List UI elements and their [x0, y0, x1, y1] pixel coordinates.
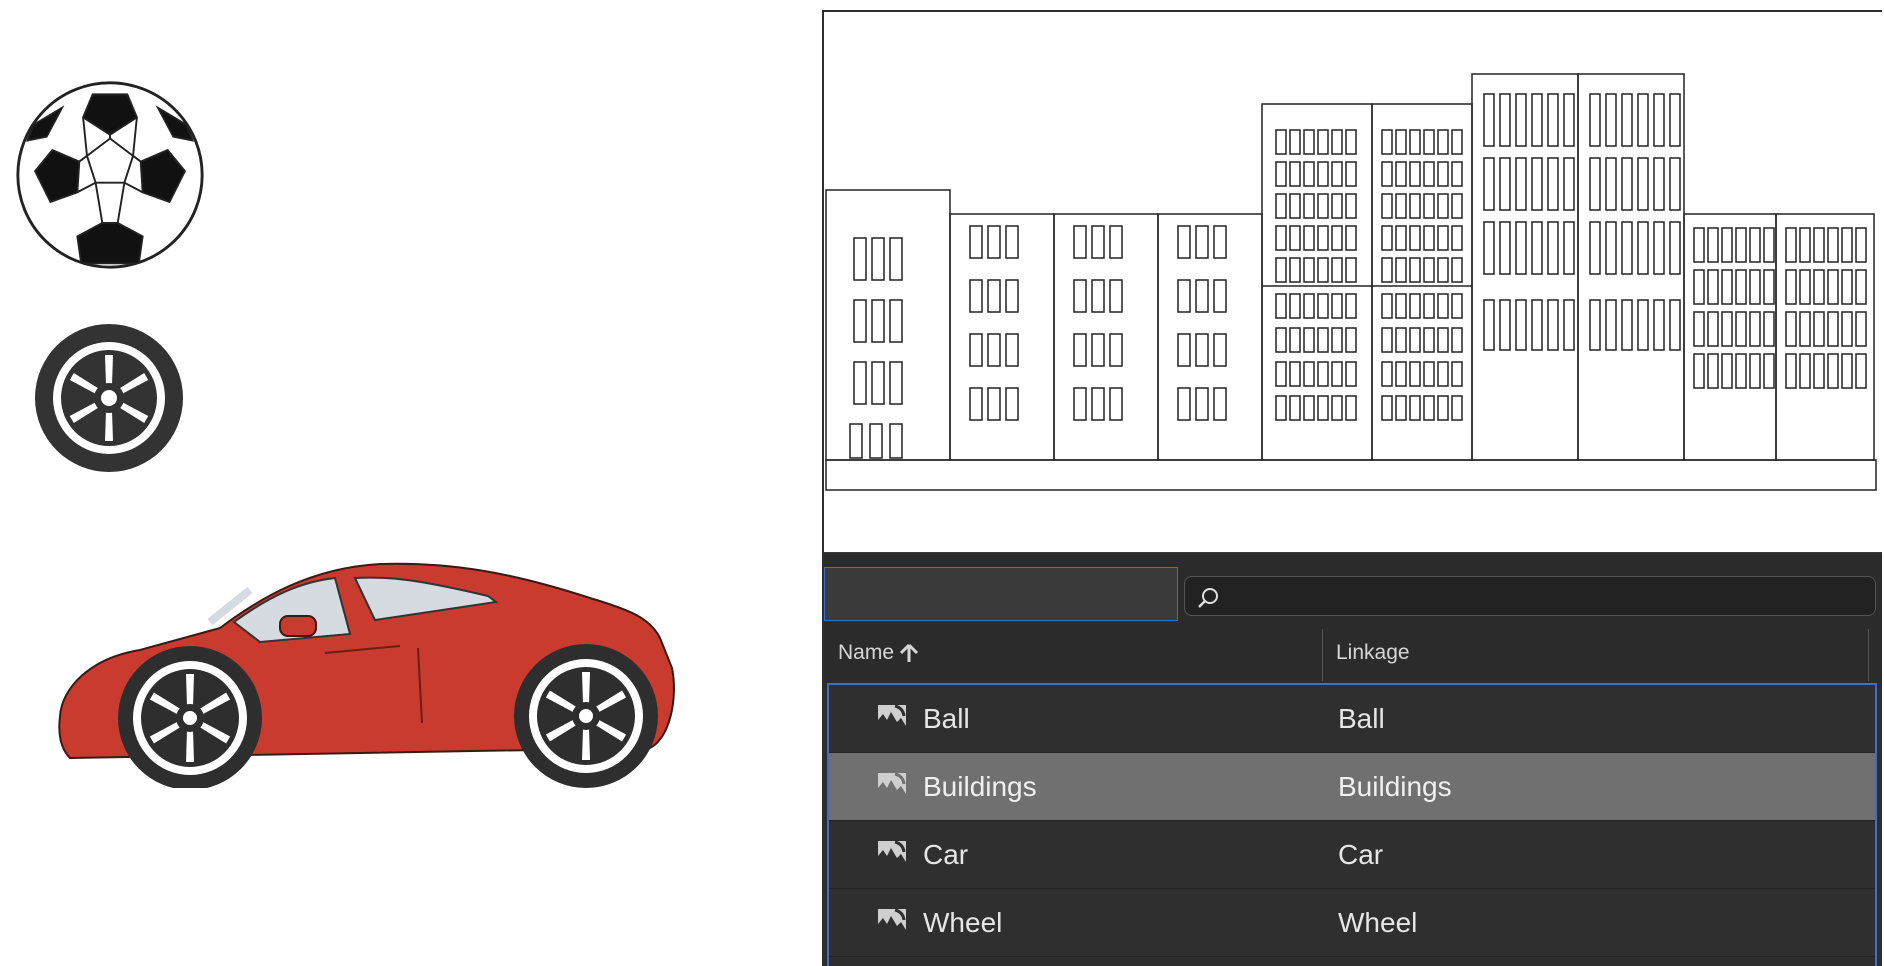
soccer-ball-illustration[interactable] — [14, 79, 206, 271]
library-item-ball[interactable]: Ball Ball — [829, 685, 1875, 753]
item-name: Buildings — [923, 771, 1037, 802]
car-illustration[interactable] — [50, 538, 698, 788]
item-linkage: Ball — [1338, 703, 1385, 734]
buildings-illustration — [825, 73, 1877, 491]
item-name: Ball — [923, 703, 970, 734]
column-divider[interactable] — [1322, 629, 1323, 681]
search-box[interactable] — [1184, 576, 1876, 616]
movie-clip-symbol-icon — [878, 840, 906, 869]
search-input[interactable] — [1229, 581, 1863, 613]
library-item-car[interactable]: Car Car — [829, 821, 1875, 889]
library-item-list: Ball Ball Buildings Buildings Car Car Wh… — [827, 683, 1877, 966]
name-column-header[interactable]: Name — [838, 641, 920, 665]
arrow-up-icon — [899, 643, 919, 662]
symbol-preview — [824, 12, 1882, 553]
document-dropdown[interactable] — [824, 567, 1178, 621]
item-name: Car — [923, 839, 969, 870]
search-icon — [1198, 588, 1218, 608]
wheel-illustration[interactable] — [34, 323, 184, 473]
movie-clip-symbol-icon — [878, 704, 906, 733]
item-linkage: Wheel — [1338, 907, 1418, 938]
linkage-column-label: Linkage — [1336, 641, 1410, 664]
column-divider[interactable] — [1868, 629, 1869, 681]
library-item-wheel[interactable]: Wheel Wheel — [829, 889, 1875, 957]
movie-clip-symbol-icon — [878, 772, 906, 801]
movie-clip-symbol-icon — [878, 908, 906, 937]
linkage-column-header[interactable]: Linkage — [1336, 641, 1410, 665]
item-name: Wheel — [923, 907, 1003, 938]
name-column-label: Name — [838, 641, 895, 664]
item-linkage: Car — [1338, 839, 1384, 870]
library-toolbar — [824, 553, 1882, 623]
item-linkage: Buildings — [1338, 771, 1452, 802]
library-item-buildings[interactable]: Buildings Buildings — [829, 753, 1875, 821]
library-panel: Name Linkage Ball Ball Buildings Buildin… — [822, 10, 1882, 966]
column-header: Name Linkage — [824, 623, 1882, 683]
